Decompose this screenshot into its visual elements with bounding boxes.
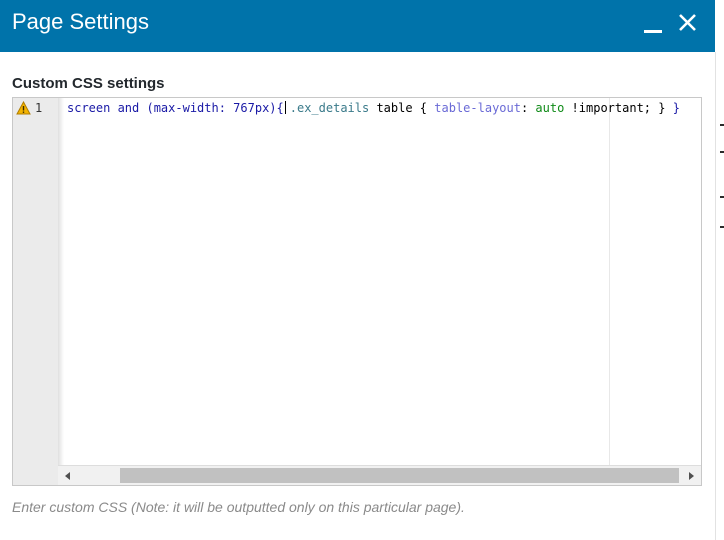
css-code-editor[interactable]: 1 screen and (max-width: 767px){ .ex_deta… [12, 97, 702, 486]
warning-icon [16, 101, 31, 115]
line-number: 1 [35, 101, 43, 115]
code-token-brace-open: { [276, 101, 284, 115]
close-icon [679, 14, 696, 31]
code-token-value: auto [535, 101, 565, 115]
horizontal-scrollbar[interactable] [58, 465, 701, 485]
section-label-custom-css: Custom CSS settings [12, 75, 165, 92]
background-mark [720, 151, 724, 153]
code-token-important: !important; } [564, 101, 673, 115]
dialog-titlebar: Page Settings [0, 0, 715, 52]
dialog-title: Page Settings [12, 9, 149, 34]
arrow-right-icon [689, 472, 694, 480]
background-strip-top [715, 0, 724, 52]
gutter-shadow [58, 98, 64, 465]
arrow-left-icon [65, 472, 70, 480]
scroll-left-button[interactable] [58, 466, 78, 485]
code-token-colon: : [520, 101, 536, 115]
scrollbar-corner [13, 465, 58, 485]
gutter-line-1: 1 [13, 99, 58, 117]
code-token-property: table-layout [434, 101, 521, 115]
scroll-right-button[interactable] [681, 466, 701, 485]
code-token-selector: .ex_details [289, 101, 370, 115]
text-cursor [284, 101, 286, 114]
print-margin-line [609, 98, 610, 465]
scrollbar-thumb[interactable] [120, 468, 679, 483]
code-token-plain: table { [369, 101, 435, 115]
minimize-button[interactable] [643, 10, 665, 36]
background-mark [720, 226, 724, 228]
editor-gutter: 1 [13, 98, 58, 465]
code-token-media-query: screen and (max-width: 767px) [67, 101, 277, 115]
code-line-1[interactable]: screen and (max-width: 767px){ .ex_detail… [67, 101, 680, 115]
help-text: Enter custom CSS (Note: it will be outpu… [12, 499, 465, 515]
code-token-brace-close: } [672, 101, 680, 115]
close-button[interactable] [676, 9, 700, 35]
background-mark [720, 124, 724, 126]
background-mark [720, 196, 724, 198]
